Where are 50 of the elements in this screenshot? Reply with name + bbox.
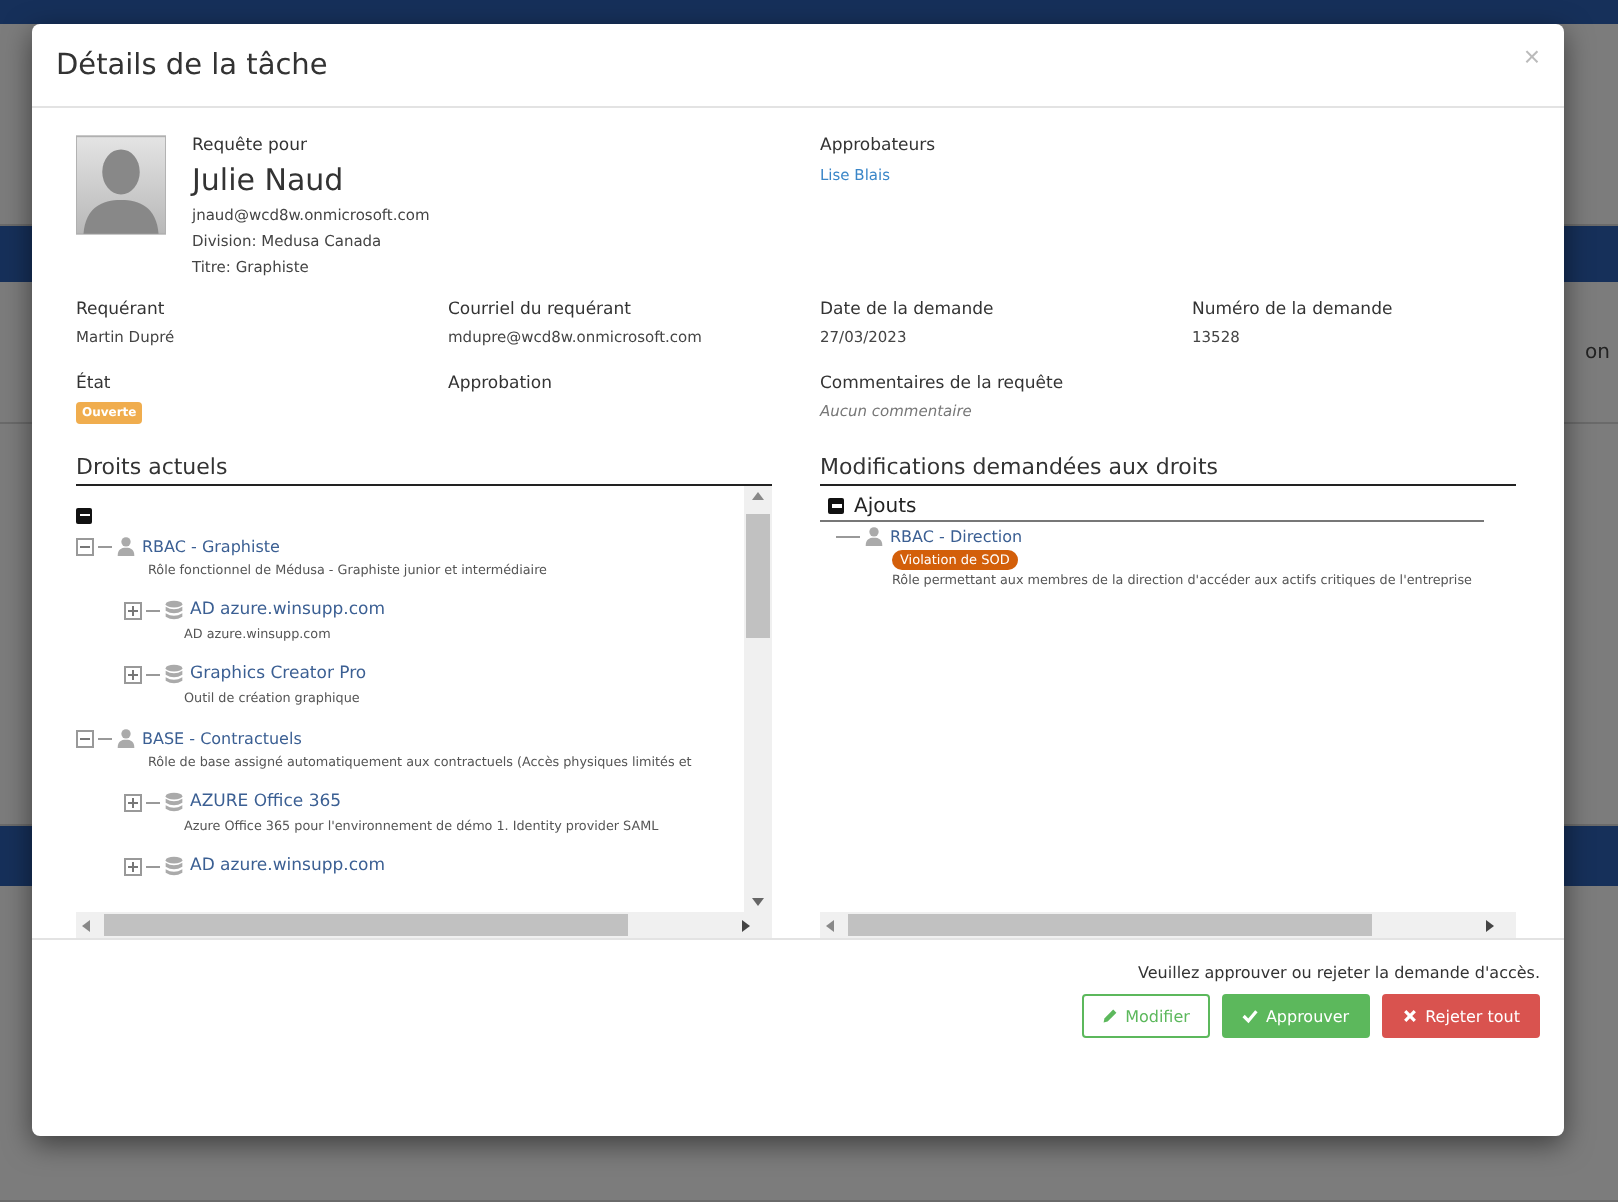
avatar-silhouette-icon (76, 132, 166, 238)
section-title: Modifications demandées aux droits (820, 452, 1516, 486)
person-icon (116, 728, 136, 748)
person-name: Julie Naud (192, 160, 346, 202)
checkmark-icon (1241, 1008, 1258, 1024)
person-icon (116, 536, 136, 556)
field-label: Approbateurs (820, 134, 936, 160)
entitlement-link[interactable]: BASE - Contractuels (142, 729, 302, 747)
background-text: on (1585, 341, 1610, 363)
database-icon (164, 856, 184, 876)
dialog-title: Détails de la tâche (56, 49, 328, 81)
collapse-icon[interactable] (828, 498, 844, 514)
collapse-icon[interactable] (76, 507, 92, 524)
field-label: Approbation (448, 372, 555, 398)
scroll-right-icon[interactable] (740, 919, 752, 931)
horizontal-scrollbar[interactable] (820, 912, 1516, 938)
close-icon (1401, 1008, 1418, 1024)
expand-icon[interactable] (124, 601, 142, 619)
entitlement-link[interactable]: AD azure.winsupp.com (190, 600, 386, 620)
field-label: Date de la demande (820, 298, 996, 324)
field-label: Requête pour (192, 134, 310, 160)
scroll-down-icon[interactable] (752, 896, 764, 908)
section-title: Droits actuels (76, 452, 772, 486)
reject-button[interactable]: Rejeter tout (1381, 994, 1540, 1038)
horizontal-scrollbar[interactable] (76, 912, 772, 938)
scroll-left-icon[interactable] (824, 919, 836, 931)
expand-icon[interactable] (124, 857, 142, 875)
entitlement-link[interactable]: RBAC - Direction (890, 527, 1023, 545)
scroll-up-icon[interactable] (752, 490, 764, 502)
person-icon (864, 526, 884, 546)
footer-message: Veuillez approuver ou rejeter la demande d'accès. (1138, 962, 1540, 986)
group-label: Ajouts (854, 495, 917, 517)
field-label: État (76, 370, 113, 398)
field-label: Requérant (76, 298, 167, 324)
entitlement-link[interactable]: AD azure.winsupp.com (190, 856, 386, 876)
database-icon (164, 792, 184, 812)
scroll-left-icon[interactable] (80, 919, 92, 931)
field-label: Courriel du requérant (448, 298, 633, 324)
scroll-right-icon[interactable] (1484, 919, 1496, 931)
expand-icon[interactable] (124, 665, 142, 683)
entitlement-link[interactable]: RBAC - Graphiste (142, 537, 280, 555)
field-label: Numéro de la demande (1192, 298, 1395, 324)
field-label: Commentaires de la requête (820, 372, 1066, 398)
entitlement-link[interactable]: AZURE Office 365 (190, 792, 342, 812)
expand-icon[interactable] (124, 793, 142, 811)
vertical-scrollbar[interactable] (744, 486, 772, 912)
entitlement-link[interactable]: Graphics Creator Pro (190, 664, 367, 684)
pencil-icon (1101, 1008, 1118, 1024)
database-icon (164, 664, 184, 684)
database-icon (164, 600, 184, 620)
